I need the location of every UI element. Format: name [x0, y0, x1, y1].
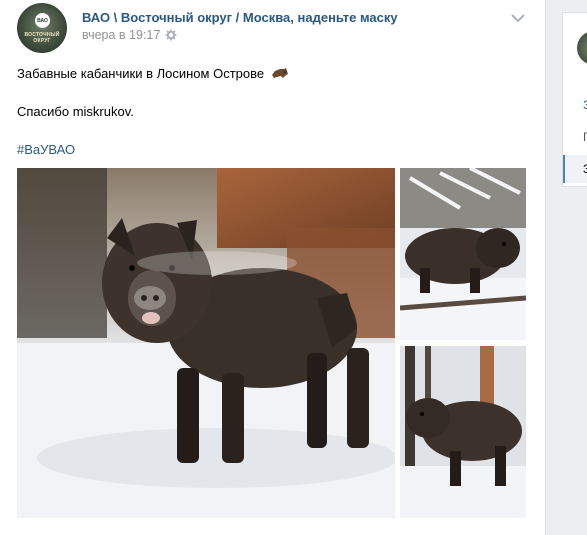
post-thanks: Спасибо miskrukov. [17, 104, 134, 119]
post-text: Забавные кабанчики в Лосином Острове [17, 66, 265, 81]
post-author-link[interactable]: ВАО \ Восточный округ / Москва, наденьте… [82, 10, 398, 25]
photo-boar-large[interactable] [17, 168, 395, 518]
photo-boar-side[interactable] [400, 168, 526, 340]
avatar-badge: ВАО [35, 13, 50, 28]
photo-boar-forest[interactable] [400, 346, 526, 518]
community-avatar[interactable]: ВАО ВОСТОЧНЫЙ ОКРУГ [17, 3, 67, 53]
hashtag-link[interactable]: #ВаУВАО [17, 142, 75, 157]
post-text-line: Забавные кабанчики в Лосином Острове [17, 66, 289, 81]
gear-icon[interactable] [165, 29, 177, 41]
wall-post: ВАО ВОСТОЧНЫЙ ОКРУГ ВАО \ Восточный окру… [0, 0, 546, 535]
boar-emoji-icon [271, 68, 288, 78]
chevron-down-icon[interactable] [510, 12, 526, 24]
sidebar-item-3-active[interactable]: З [563, 155, 587, 183]
sidebar-item-2[interactable]: Г [563, 123, 587, 151]
sidebar-item-1[interactable]: З [563, 91, 587, 119]
avatar-caption: ВОСТОЧНЫЙ ОКРУГ [24, 32, 60, 44]
post-hashtag[interactable]: #ВаУВАО [17, 142, 75, 157]
post-meta: вчера в 19:17 [82, 28, 177, 42]
post-date[interactable]: вчера в 19:17 [82, 28, 160, 42]
right-sidebar: З Г З [562, 12, 587, 187]
sidebar-avatar[interactable] [577, 31, 587, 65]
